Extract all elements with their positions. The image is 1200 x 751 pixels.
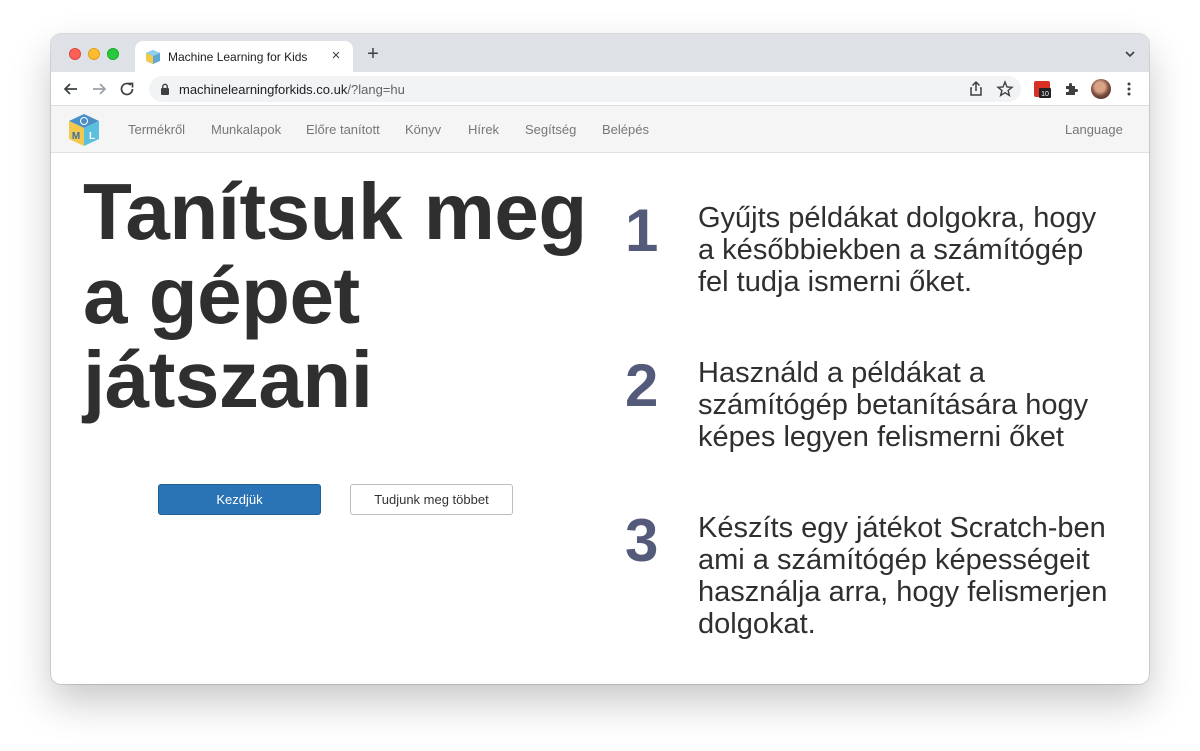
- step-number: 2: [625, 352, 659, 419]
- share-icon[interactable]: [967, 80, 985, 98]
- site-navbar: M L Termékről Munkalapok Előre tanított …: [51, 106, 1149, 153]
- url-path: /?lang=hu: [347, 82, 405, 97]
- extensions-puzzle-icon[interactable]: [1062, 80, 1080, 98]
- hero-headline: Tanítsuk meg a gépet játszani: [83, 170, 603, 422]
- profile-avatar[interactable]: [1091, 79, 1111, 99]
- step-line: fel tudja ismerni őket.: [698, 266, 973, 298]
- site-logo-cube-icon[interactable]: M L: [67, 112, 101, 148]
- step-number: 1: [625, 197, 659, 264]
- nav-item-termekrol[interactable]: Termékről: [128, 122, 185, 137]
- bookmark-star-icon[interactable]: [996, 80, 1014, 98]
- back-arrow-icon[interactable]: [61, 79, 81, 99]
- nav-item-elore-tanitott[interactable]: Előre tanított: [306, 122, 380, 137]
- step-line: a későbbiekben a számítógép: [698, 234, 1084, 266]
- step-description: Készíts egy játékot Scratch-ben ami a sz…: [698, 512, 1118, 640]
- site-favicon-icon: [146, 50, 160, 64]
- nav-item-konyv[interactable]: Könyv: [405, 122, 441, 137]
- forward-arrow-icon[interactable]: [89, 79, 109, 99]
- get-started-button[interactable]: Kezdjük: [158, 484, 321, 515]
- nav-item-belepes[interactable]: Belépés: [602, 122, 649, 137]
- url-host: machinelearningforkids.co.uk: [179, 82, 348, 97]
- address-bar[interactable]: machinelearningforkids.co.uk/?lang=hu: [149, 76, 1021, 102]
- tab-title: Machine Learning for Kids: [168, 50, 308, 64]
- lock-icon[interactable]: [160, 83, 170, 95]
- step-description: Gyűjts példákat dolgokra, hogy a későbbi…: [698, 202, 1118, 298]
- logo-letter-m: M: [72, 131, 80, 142]
- step-line: képes legyen felismerni őket: [698, 421, 1064, 453]
- step-line: ami a számítógép képességeit: [698, 544, 1090, 576]
- nav-item-hirek[interactable]: Hírek: [468, 122, 499, 137]
- step-number: 3: [625, 507, 659, 574]
- learn-more-button[interactable]: Tudjunk meg többet: [350, 484, 513, 515]
- tab-strip: Machine Learning for Kids × +: [51, 34, 1149, 72]
- close-window-button[interactable]: [69, 48, 81, 60]
- extension-calendar-icon[interactable]: 10: [1033, 80, 1051, 98]
- nav-item-segitseg[interactable]: Segítség: [525, 122, 576, 137]
- reload-icon[interactable]: [117, 79, 137, 99]
- minimize-window-button[interactable]: [88, 48, 100, 60]
- url-text: machinelearningforkids.co.uk/?lang=hu: [179, 82, 405, 97]
- step-line: használja arra, hogy felismerjen: [698, 576, 1108, 608]
- tab-close-icon[interactable]: ×: [327, 47, 345, 65]
- headline-line: a gépet: [83, 251, 360, 340]
- tab-search-chevron-down-icon[interactable]: [1123, 47, 1137, 61]
- logo-letter-l: L: [89, 131, 95, 142]
- language-menu[interactable]: Language: [1065, 122, 1123, 137]
- browser-toolbar: machinelearningforkids.co.uk/?lang=hu 10: [51, 72, 1149, 106]
- nav-item-munkalapok[interactable]: Munkalapok: [211, 122, 281, 137]
- new-tab-button[interactable]: +: [363, 44, 383, 64]
- step-line: számítógép betanítására hogy: [698, 389, 1089, 421]
- browser-window: Machine Learning for Kids × + machinelea…: [51, 34, 1149, 684]
- step-description: Használd a példákat a számítógép betanít…: [698, 357, 1118, 453]
- zoom-window-button[interactable]: [107, 48, 119, 60]
- extension-badge: 10: [1041, 91, 1049, 98]
- headline-line: Tanítsuk meg: [83, 167, 587, 256]
- step-line: Gyűjts példákat dolgokra, hogy: [698, 202, 1097, 234]
- step-line: Használd a példákat a: [698, 357, 985, 389]
- browser-menu-kebab-icon[interactable]: [1120, 80, 1138, 98]
- step-line: dolgokat.: [698, 608, 816, 640]
- step-line: Készíts egy játékot Scratch-ben: [698, 512, 1106, 544]
- browser-tab[interactable]: Machine Learning for Kids ×: [135, 41, 353, 72]
- headline-line: játszani: [83, 335, 373, 424]
